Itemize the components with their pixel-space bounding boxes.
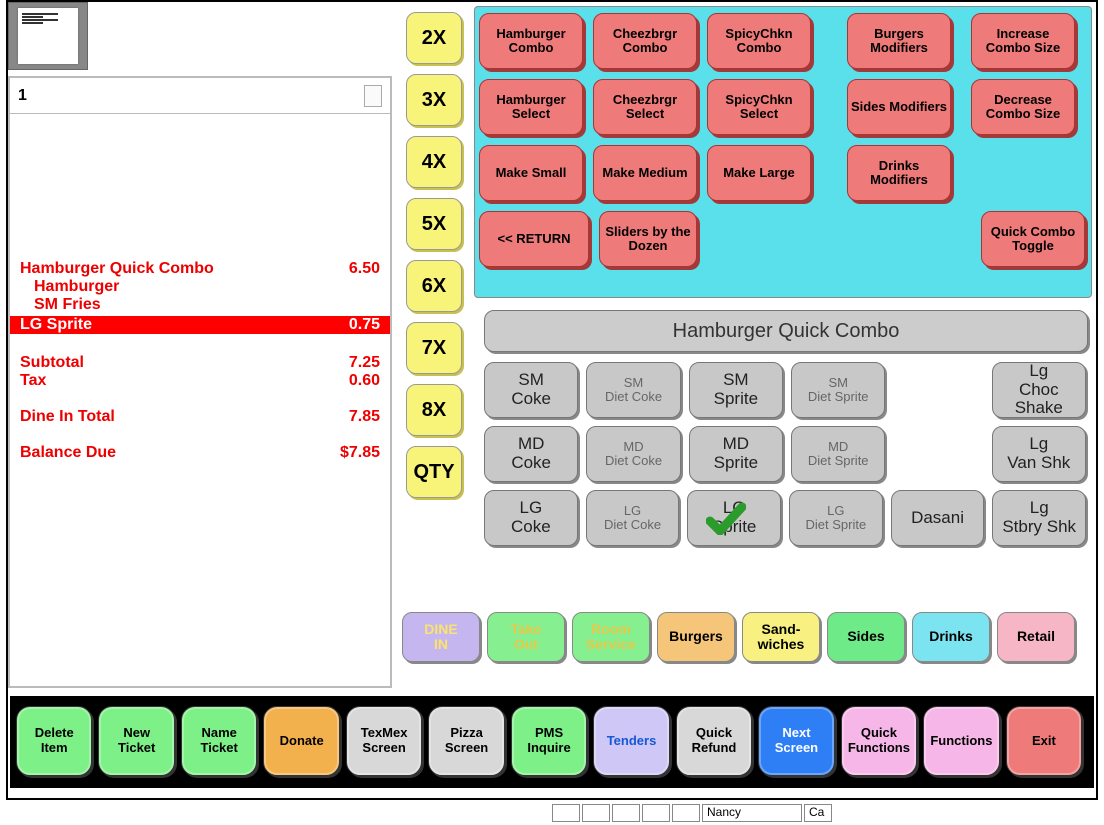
status-cell: [612, 804, 640, 822]
function-button[interactable]: NameTicket: [181, 706, 257, 776]
tax-row: Tax 0.60: [20, 372, 380, 390]
thumbnail-preview: [18, 8, 78, 64]
combo-grid: Hamburger ComboCheezbrgr ComboSpicyChkn …: [474, 6, 1092, 298]
category-button[interactable]: Drinks: [912, 612, 990, 662]
combo-button[interactable]: SpicyChkn Select: [707, 79, 811, 135]
combo-button[interactable]: Decrease Combo Size: [971, 79, 1075, 135]
drink-button[interactable]: LgChoc Shake: [992, 362, 1086, 418]
ticket-line[interactable]: Hamburger: [20, 278, 380, 296]
function-button[interactable]: QuickRefund: [676, 706, 752, 776]
combo-button[interactable]: Burgers Modifiers: [847, 13, 951, 69]
combo-button[interactable]: Cheezbrgr Combo: [593, 13, 697, 69]
status-cell: [672, 804, 700, 822]
category-row: DINEINTakeOutRoomServiceBurgersSand-wich…: [402, 612, 1096, 672]
function-button[interactable]: Functions: [923, 706, 999, 776]
ticket-number: 1: [18, 87, 27, 105]
ticket-panel: 1 Hamburger Quick Combo6.50HamburgerSM F…: [8, 76, 392, 688]
status-end: Ca: [804, 804, 832, 822]
qty-button[interactable]: 6X: [406, 260, 462, 312]
receipt-thumbnail[interactable]: [8, 2, 88, 70]
return-button[interactable]: << RETURN: [479, 211, 589, 267]
ticket-body: Hamburger Quick Combo6.50HamburgerSM Fri…: [10, 114, 390, 468]
drink-button[interactable]: LgStbry Shk: [992, 490, 1086, 546]
qty-button[interactable]: 5X: [406, 198, 462, 250]
function-button[interactable]: Exit: [1006, 706, 1082, 776]
combo-button[interactable]: SpicyChkn Combo: [707, 13, 811, 69]
combo-button[interactable]: Sliders by the Dozen: [599, 211, 697, 267]
drink-button[interactable]: Dasani: [891, 490, 985, 546]
document-icon[interactable]: [364, 85, 382, 107]
ticket-header: 1: [10, 78, 390, 114]
category-button[interactable]: Retail: [997, 612, 1075, 662]
category-button[interactable]: Burgers: [657, 612, 735, 662]
drink-button[interactable]: MDCoke: [484, 426, 578, 482]
combo-button[interactable]: Quick Combo Toggle: [981, 211, 1085, 267]
drink-button[interactable]: SMSprite: [689, 362, 783, 418]
combo-button[interactable]: Make Medium: [593, 145, 697, 201]
qty-button[interactable]: 8X: [406, 384, 462, 436]
total-row: Dine In Total 7.85: [20, 408, 380, 426]
qty-button[interactable]: 3X: [406, 74, 462, 126]
quantity-column: 2X 3X 4X 5X 6X 7X 8X QTY: [402, 6, 466, 508]
qty-button[interactable]: 4X: [406, 136, 462, 188]
check-icon: [706, 501, 746, 535]
drink-button[interactable]: LGDiet Sprite: [789, 490, 883, 546]
drink-button[interactable]: LGSprite: [687, 490, 781, 546]
subtotal-row: Subtotal 7.25: [20, 354, 380, 372]
combo-button[interactable]: Make Small: [479, 145, 583, 201]
status-cell: [642, 804, 670, 822]
category-button[interactable]: RoomService: [572, 612, 650, 662]
item-title-bar: Hamburger Quick Combo: [484, 310, 1088, 352]
drink-button[interactable]: SMDiet Sprite: [791, 362, 885, 418]
function-button[interactable]: TexMexScreen: [346, 706, 422, 776]
combo-button[interactable]: Hamburger Select: [479, 79, 583, 135]
status-bar: Nancy Ca: [550, 804, 1098, 822]
function-button[interactable]: DeleteItem: [16, 706, 92, 776]
drink-button[interactable]: LGDiet Coke: [586, 490, 680, 546]
status-cell: [552, 804, 580, 822]
function-button[interactable]: NextScreen: [758, 706, 834, 776]
combo-button[interactable]: Make Large: [707, 145, 811, 201]
ticket-line[interactable]: SM Fries: [20, 296, 380, 314]
qty-button[interactable]: 7X: [406, 322, 462, 374]
drink-button[interactable]: SMDiet Coke: [586, 362, 680, 418]
combo-button[interactable]: Increase Combo Size: [971, 13, 1075, 69]
combo-button[interactable]: Hamburger Combo: [479, 13, 583, 69]
qty-button[interactable]: 2X: [406, 12, 462, 64]
function-bar: DeleteItemNewTicketNameTicketDonateTexMe…: [10, 696, 1094, 788]
combo-button[interactable]: Sides Modifiers: [847, 79, 951, 135]
category-button[interactable]: DINEIN: [402, 612, 480, 662]
ticket-line[interactable]: Hamburger Quick Combo6.50: [20, 260, 380, 278]
function-button[interactable]: PizzaScreen: [428, 706, 504, 776]
drink-button[interactable]: LGCoke: [484, 490, 578, 546]
function-button[interactable]: NewTicket: [98, 706, 174, 776]
qty-button[interactable]: QTY: [406, 446, 462, 498]
function-button[interactable]: Donate: [263, 706, 339, 776]
ticket-line-selected[interactable]: LG Sprite0.75: [10, 316, 390, 334]
function-button[interactable]: Tenders: [593, 706, 669, 776]
drink-button[interactable]: LgVan Shk: [992, 426, 1086, 482]
status-cell: [582, 804, 610, 822]
drink-button[interactable]: SMCoke: [484, 362, 578, 418]
balance-row: Balance Due $7.85: [20, 444, 380, 462]
status-user: Nancy: [702, 804, 802, 822]
drink-button[interactable]: MDSprite: [689, 426, 783, 482]
function-button[interactable]: PMSInquire: [511, 706, 587, 776]
category-button[interactable]: TakeOut: [487, 612, 565, 662]
category-button[interactable]: Sand-wiches: [742, 612, 820, 662]
drink-button[interactable]: MDDiet Sprite: [791, 426, 885, 482]
combo-button[interactable]: Cheezbrgr Select: [593, 79, 697, 135]
category-button[interactable]: Sides: [827, 612, 905, 662]
drink-button[interactable]: MDDiet Coke: [586, 426, 680, 482]
combo-button[interactable]: Drinks Modifiers: [847, 145, 951, 201]
drink-grid: SMCokeSMDiet CokeSMSpriteSMDiet Sprite Lg…: [484, 362, 1094, 554]
function-button[interactable]: QuickFunctions: [841, 706, 917, 776]
